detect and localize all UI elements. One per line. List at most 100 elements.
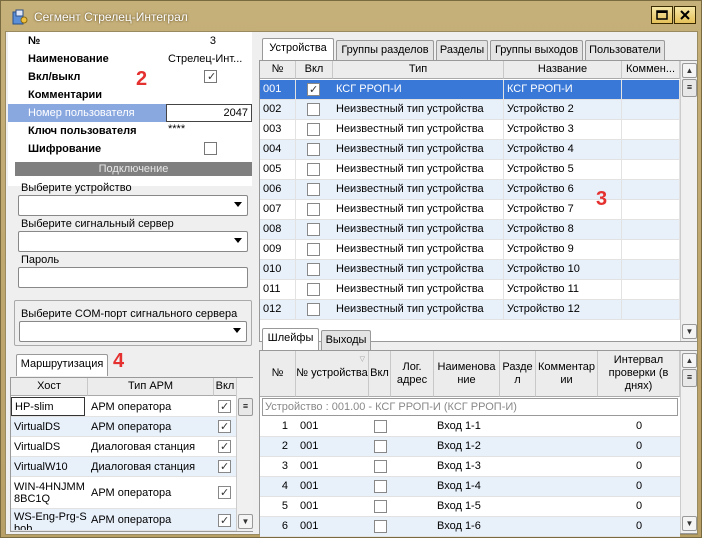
row-enabled-checkbox[interactable]: [307, 243, 320, 256]
table-row[interactable]: 005 Неизвестный тип устройства Устройство …: [260, 160, 680, 180]
table-row[interactable]: 004 Неизвестный тип устройства Устройство …: [260, 140, 680, 160]
com-port-select[interactable]: [19, 321, 247, 342]
table-row[interactable]: 009 Неизвестный тип устройства Устройство …: [260, 240, 680, 260]
prop-row-user-key[interactable]: Ключ пользователя ****: [8, 122, 252, 140]
tab-devices[interactable]: Устройства: [262, 38, 334, 60]
table-row[interactable]: 003 Неизвестный тип устройства Устройство …: [260, 120, 680, 140]
row-enabled-checkbox[interactable]: ✓: [218, 486, 231, 499]
prop-row-number[interactable]: № 3: [8, 32, 252, 50]
table-row[interactable]: 002 Неизвестный тип устройства Устройство …: [260, 100, 680, 120]
row-enabled-checkbox[interactable]: ✓: [218, 460, 231, 473]
host-cell[interactable]: HP-slim: [11, 397, 85, 416]
row-enabled-checkbox[interactable]: [374, 460, 387, 473]
scroll-down-icon[interactable]: ▼: [682, 516, 697, 531]
tab-loops[interactable]: Шлейфы: [262, 328, 319, 350]
row-enabled-checkbox[interactable]: ✓: [218, 440, 231, 453]
column-header[interactable]: Наименова ние: [434, 351, 500, 397]
row-enabled-checkbox[interactable]: [374, 520, 387, 533]
column-header[interactable]: Название: [504, 61, 622, 79]
table-row[interactable]: 5 001 Вход 1-5 0: [260, 497, 680, 517]
tab-sections[interactable]: Разделы: [436, 40, 488, 60]
row-enabled-checkbox[interactable]: [307, 143, 320, 156]
loops-scrollbar[interactable]: ▲ ≡ ▼: [680, 351, 697, 533]
row-enabled-checkbox[interactable]: [307, 183, 320, 196]
column-header[interactable]: Разде л: [500, 351, 536, 397]
table-row[interactable]: VirtualDS АРМ оператора ✓: [11, 417, 237, 437]
column-header[interactable]: Вкл: [296, 61, 333, 79]
row-enabled-checkbox[interactable]: [307, 223, 320, 236]
minimize-button[interactable]: [651, 6, 673, 24]
prop-row-name[interactable]: Наименование Стрелец-Инт...: [8, 50, 252, 68]
column-header[interactable]: Интервал проверки (в днях): [598, 351, 680, 397]
row-enabled-checkbox[interactable]: [374, 440, 387, 453]
table-row[interactable]: 6 001 Вход 1-6 0: [260, 517, 680, 537]
routing-scrollbar[interactable]: ≡ ▼: [236, 378, 253, 531]
row-enabled-checkbox[interactable]: [307, 263, 320, 276]
scroll-thumb[interactable]: ≡: [682, 79, 697, 97]
table-row[interactable]: WS-Eng-Prg-S bob АРМ оператора ✓: [11, 509, 237, 531]
enabled-checkbox[interactable]: ✓: [204, 70, 217, 83]
row-enabled-checkbox[interactable]: ✓: [218, 514, 231, 527]
row-enabled-checkbox[interactable]: [374, 420, 387, 433]
user-number-input[interactable]: 2047: [166, 104, 252, 122]
column-header[interactable]: Лог. адрес: [391, 351, 434, 397]
prop-row-enabled[interactable]: Вкл/выкл ✓: [8, 68, 252, 86]
row-enabled-checkbox[interactable]: [307, 203, 320, 216]
row-enabled-checkbox[interactable]: ✓: [218, 400, 231, 413]
table-row[interactable]: VirtualW10 Диалоговая станция ✓: [11, 457, 237, 477]
table-row[interactable]: VirtualDS Диалоговая станция ✓: [11, 437, 237, 457]
table-row[interactable]: 1 001 Вход 1-1 0: [260, 417, 680, 437]
scroll-thumb[interactable]: ≡: [682, 369, 697, 387]
column-header[interactable]: Хост: [11, 378, 88, 396]
row-enabled-checkbox[interactable]: [307, 123, 320, 136]
prop-row-user-number[interactable]: Номер пользователя 2047: [8, 104, 252, 122]
server-select[interactable]: [18, 231, 248, 252]
column-header[interactable]: Вкл: [214, 378, 237, 396]
table-row[interactable]: 007 Неизвестный тип устройства Устройство …: [260, 200, 680, 220]
row-enabled-checkbox[interactable]: [374, 500, 387, 513]
row-enabled-checkbox[interactable]: ✓: [307, 83, 320, 96]
encryption-checkbox[interactable]: [204, 142, 217, 155]
column-header[interactable]: № устройства ▽: [296, 351, 369, 397]
column-header[interactable]: Коммен...: [622, 61, 680, 79]
devices-scrollbar[interactable]: ▲ ≡ ▼: [680, 61, 697, 341]
tab-users[interactable]: Пользователи: [585, 40, 665, 60]
table-row[interactable]: 006 Неизвестный тип устройства Устройство …: [260, 180, 680, 200]
scroll-up-icon[interactable]: ▲: [682, 63, 697, 78]
row-enabled-checkbox[interactable]: [374, 480, 387, 493]
table-row[interactable]: 2 001 Вход 1-2 0: [260, 437, 680, 457]
table-row[interactable]: 010 Неизвестный тип устройства Устройство …: [260, 260, 680, 280]
column-header[interactable]: Тип: [333, 61, 504, 79]
group-row[interactable]: Устройство : 001.00 - КСГ РРОП-И (КСГ РР…: [262, 398, 678, 416]
row-enabled-checkbox[interactable]: [307, 103, 320, 116]
password-input[interactable]: [18, 267, 248, 288]
scroll-up-icon[interactable]: ▲: [682, 353, 697, 368]
table-row[interactable]: 3 001 Вход 1-3 0: [260, 457, 680, 477]
tab-output-groups[interactable]: Группы выходов: [490, 40, 583, 60]
table-row[interactable]: 4 001 Вход 1-4 0: [260, 477, 680, 497]
column-header[interactable]: Комментар ии: [536, 351, 598, 397]
row-enabled-checkbox[interactable]: ✓: [218, 420, 231, 433]
table-row[interactable]: WIN-4HNJMM 8BC1Q АРМ оператора ✓: [11, 477, 237, 509]
row-enabled-checkbox[interactable]: [307, 163, 320, 176]
column-header[interactable]: №: [260, 351, 296, 397]
row-enabled-checkbox[interactable]: [307, 283, 320, 296]
prop-row-comments[interactable]: Комментарии: [8, 86, 252, 104]
column-header[interactable]: №: [260, 61, 296, 79]
table-row[interactable]: HP-slim АРМ оператора ✓: [11, 397, 237, 417]
scroll-down-icon[interactable]: ▼: [682, 324, 697, 339]
title-bar[interactable]: Сегмент Стрелец-Интеграл: [1, 1, 701, 31]
tab-section-groups[interactable]: Группы разделов: [336, 40, 434, 60]
scroll-thumb[interactable]: ≡: [238, 398, 253, 416]
tab-outputs[interactable]: Выходы: [321, 330, 371, 350]
column-header[interactable]: Вкл: [369, 351, 391, 397]
scroll-down-icon[interactable]: ▼: [238, 514, 253, 529]
table-row[interactable]: 012 Неизвестный тип устройства Устройство …: [260, 300, 680, 320]
table-row[interactable]: 011 Неизвестный тип устройства Устройство …: [260, 280, 680, 300]
row-enabled-checkbox[interactable]: [307, 303, 320, 316]
device-select[interactable]: [18, 195, 248, 216]
tab-routing[interactable]: Маршрутизация: [16, 354, 108, 376]
close-button[interactable]: [674, 6, 696, 24]
column-header[interactable]: Тип АРМ: [88, 378, 214, 396]
table-row[interactable]: 008 Неизвестный тип устройства Устройство …: [260, 220, 680, 240]
